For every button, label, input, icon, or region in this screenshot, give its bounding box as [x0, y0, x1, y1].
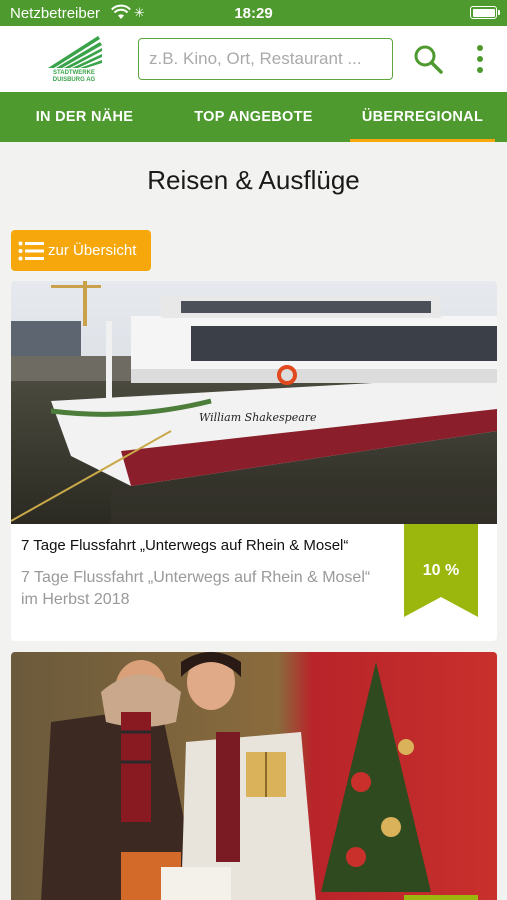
christmas-shopping-image [11, 652, 497, 900]
page-title: Reisen & Ausflüge [147, 165, 360, 195]
offer-card[interactable] [11, 652, 497, 900]
tab-ueberregional[interactable]: ÜBERREGIONAL [338, 92, 507, 142]
app-header: STADTWERKE DUISBURG AG [0, 26, 507, 92]
tab-in-der-naehe[interactable]: IN DER NÄHE [0, 92, 169, 142]
logo-text-line1: STADTWERKE [53, 70, 95, 76]
clock: 18:29 [234, 5, 273, 22]
list-icon [18, 241, 44, 261]
search-icon[interactable] [412, 43, 444, 75]
status-bar: Netzbetreiber ✳ 18:29 [0, 0, 507, 26]
overview-button[interactable]: zur Übersicht [11, 230, 151, 271]
ship-name-text: William Shakespeare [199, 411, 317, 424]
stadtwerke-logo[interactable]: STADTWERKE DUISBURG AG [44, 34, 104, 84]
offer-description: 7 Tage Flussfahrt „Unterwegs auf Rhein &… [21, 569, 371, 608]
logo-mark-icon [48, 36, 102, 68]
more-menu-icon[interactable] [470, 43, 490, 75]
discount-label: 10 % [422, 562, 460, 579]
discount-ribbon [404, 895, 478, 900]
cruise-ship-image: William Shakespeare [11, 281, 497, 524]
battery-icon [470, 6, 500, 19]
tab-bar: IN DER NÄHE TOP ANGEBOTE ÜBERREGIONAL [0, 92, 507, 142]
search-input[interactable] [138, 38, 393, 80]
offer-card[interactable]: William Shakespeare 7 Tage Flussfahrt „U… [11, 281, 497, 641]
tab-top-angebote[interactable]: TOP ANGEBOTE [169, 92, 338, 142]
overview-button-label: zur Übersicht [48, 242, 137, 259]
offer-title: 7 Tage Flussfahrt „Unterwegs auf Rhein &… [21, 537, 349, 554]
logo-text-line2: DUISBURG AG [52, 77, 96, 83]
